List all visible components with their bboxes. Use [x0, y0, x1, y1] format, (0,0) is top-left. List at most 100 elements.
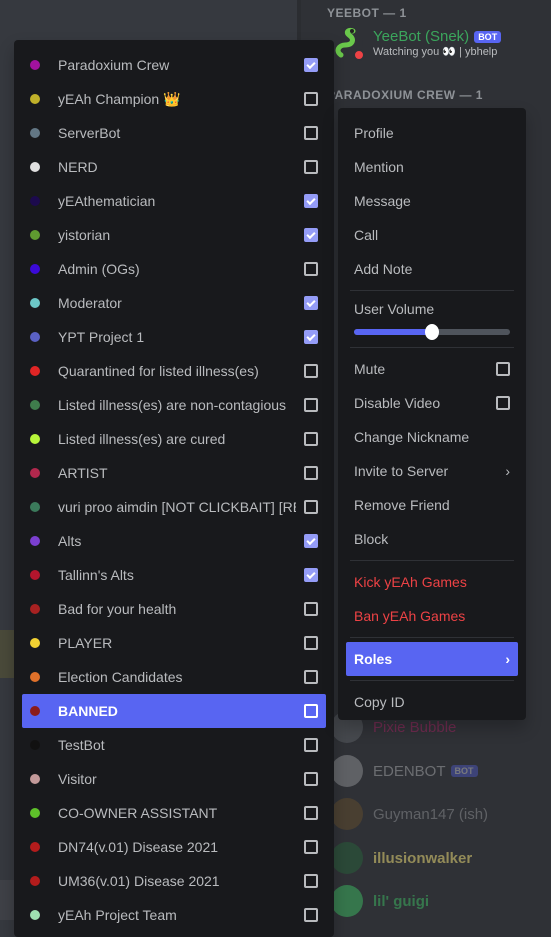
checkbox-icon[interactable]	[304, 160, 318, 174]
checkbox-icon[interactable]	[304, 194, 318, 208]
checkbox-icon[interactable]	[304, 806, 318, 820]
role-item[interactable]: Moderator	[22, 286, 326, 320]
checkbox-icon[interactable]	[304, 738, 318, 752]
checkbox-icon[interactable]	[304, 262, 318, 276]
role-color-dot-icon	[30, 502, 40, 512]
role-item[interactable]: vuri proo aimdin [NOT CLICKBAIT] [REA	[22, 490, 326, 524]
checkbox-icon[interactable]	[304, 228, 318, 242]
menu-item-ban[interactable]: Ban yEAh Games	[346, 599, 518, 633]
checkbox-icon[interactable]	[304, 534, 318, 548]
member-name: Pixie Bubble	[373, 718, 457, 736]
role-item[interactable]: Listed illness(es) are cured	[22, 422, 326, 456]
role-item[interactable]: DN74(v.01) Disease 2021	[22, 830, 326, 864]
checkbox-icon[interactable]	[304, 772, 318, 786]
menu-item-add-note[interactable]: Add Note	[346, 252, 518, 286]
bot-badge: BOT	[450, 765, 478, 777]
role-item[interactable]: Quarantined for listed illness(es)	[22, 354, 326, 388]
checkbox-icon[interactable]	[304, 908, 318, 922]
role-color-dot-icon	[30, 910, 40, 920]
role-color-dot-icon	[30, 196, 40, 206]
role-name: Bad for your health	[58, 601, 177, 617]
role-item[interactable]: Alts	[22, 524, 326, 558]
role-item[interactable]: Bad for your health	[22, 592, 326, 626]
checkbox-icon[interactable]	[304, 840, 318, 854]
member-name: EDENBOT	[373, 762, 446, 780]
role-item[interactable]: YPT Project 1	[22, 320, 326, 354]
checkbox-icon[interactable]	[304, 602, 318, 616]
role-name: Admin (OGs)	[58, 261, 140, 277]
role-item[interactable]: NERD	[22, 150, 326, 184]
member-guyman[interactable]: Guyman147 (ish)	[331, 793, 488, 835]
checkbox-icon[interactable]	[304, 568, 318, 582]
role-item[interactable]: yEAh Champion 👑	[22, 82, 326, 116]
checkbox-icon[interactable]	[304, 126, 318, 140]
user-volume-slider[interactable]	[354, 324, 510, 340]
menu-item-block[interactable]: Block	[346, 522, 518, 556]
menu-item-disable-video[interactable]: Disable Video	[346, 386, 518, 420]
member-illusion[interactable]: illusionwalker	[331, 837, 472, 879]
checkbox-icon[interactable]	[304, 670, 318, 684]
role-name: CO-OWNER ASSISTANT	[58, 805, 218, 821]
role-item[interactable]: yEAh Project Team	[22, 898, 326, 932]
member-guigi[interactable]: lil' guigi	[331, 880, 429, 922]
menu-item-remove-friend[interactable]: Remove Friend	[346, 488, 518, 522]
member-name: lil' guigi	[373, 892, 430, 910]
menu-item-message[interactable]: Message	[346, 184, 518, 218]
role-item[interactable]: Paradoxium Crew	[22, 48, 326, 82]
checkbox-icon[interactable]	[304, 364, 318, 378]
role-name: ServerBot	[58, 125, 121, 141]
role-name: NERD	[58, 159, 98, 175]
menu-item-mute[interactable]: Mute	[346, 352, 518, 386]
menu-item-roles[interactable]: Roles ›	[346, 642, 518, 676]
role-color-dot-icon	[30, 400, 40, 410]
role-item[interactable]: TestBot	[22, 728, 326, 762]
role-color-dot-icon	[30, 808, 40, 818]
checkbox-icon[interactable]	[496, 362, 510, 376]
menu-item-call[interactable]: Call	[346, 218, 518, 252]
menu-item-invite-to-server[interactable]: Invite to Server ›	[346, 454, 518, 488]
role-item[interactable]: yistorian	[22, 218, 326, 252]
role-item[interactable]: BANNED	[22, 694, 326, 728]
checkbox-icon[interactable]	[496, 396, 510, 410]
checkbox-icon[interactable]	[304, 432, 318, 446]
role-item[interactable]: Tallinn's Alts	[22, 558, 326, 592]
member-name: YeeBot (Snek)	[373, 28, 470, 45]
checkbox-icon[interactable]	[304, 398, 318, 412]
role-item[interactable]: Admin (OGs)	[22, 252, 326, 286]
checkbox-icon[interactable]	[304, 92, 318, 106]
role-item[interactable]: PLAYER	[22, 626, 326, 660]
checkbox-icon[interactable]	[304, 466, 318, 480]
menu-item-mention[interactable]: Mention	[346, 150, 518, 184]
checkbox-icon[interactable]	[304, 296, 318, 310]
role-item[interactable]: ARTIST	[22, 456, 326, 490]
role-item[interactable]: UM36(v.01) Disease 2021	[22, 864, 326, 898]
member-group-header: YEEBOT — 1	[327, 6, 407, 20]
role-item[interactable]: Election Candidates	[22, 660, 326, 694]
menu-item-kick[interactable]: Kick yEAh Games	[346, 565, 518, 599]
menu-item-change-nickname[interactable]: Change Nickname	[346, 420, 518, 454]
checkbox-icon[interactable]	[304, 58, 318, 72]
role-name: Tallinn's Alts	[58, 567, 134, 583]
checkbox-icon[interactable]	[304, 704, 318, 718]
role-item[interactable]: CO-OWNER ASSISTANT	[22, 796, 326, 830]
role-name: BANNED	[58, 703, 118, 719]
role-item[interactable]: Listed illness(es) are non-contagious	[22, 388, 326, 422]
checkbox-icon[interactable]	[304, 330, 318, 344]
member-name: illusionwalker	[373, 849, 473, 867]
role-item[interactable]: ServerBot	[22, 116, 326, 150]
role-name: vuri proo aimdin [NOT CLICKBAIT] [REA	[58, 499, 296, 515]
member-yeebot[interactable]: YeeBot (Snek) BOT Watching you 👀 | ybhel…	[331, 22, 502, 64]
role-color-dot-icon	[30, 230, 40, 240]
avatar	[331, 755, 363, 787]
menu-item-profile[interactable]: Profile	[346, 116, 518, 150]
slider-handle[interactable]	[425, 324, 439, 340]
menu-item-copy-id[interactable]: Copy ID	[346, 685, 518, 719]
role-name: Listed illness(es) are non-contagious	[58, 397, 287, 413]
role-item[interactable]: yEAthematician	[22, 184, 326, 218]
role-item[interactable]: Visitor	[22, 762, 326, 796]
checkbox-icon[interactable]	[304, 636, 318, 650]
role-color-dot-icon	[30, 434, 40, 444]
checkbox-icon[interactable]	[304, 874, 318, 888]
checkbox-icon[interactable]	[304, 500, 318, 514]
member-edenbot[interactable]: EDENBOT BOT	[331, 750, 478, 792]
